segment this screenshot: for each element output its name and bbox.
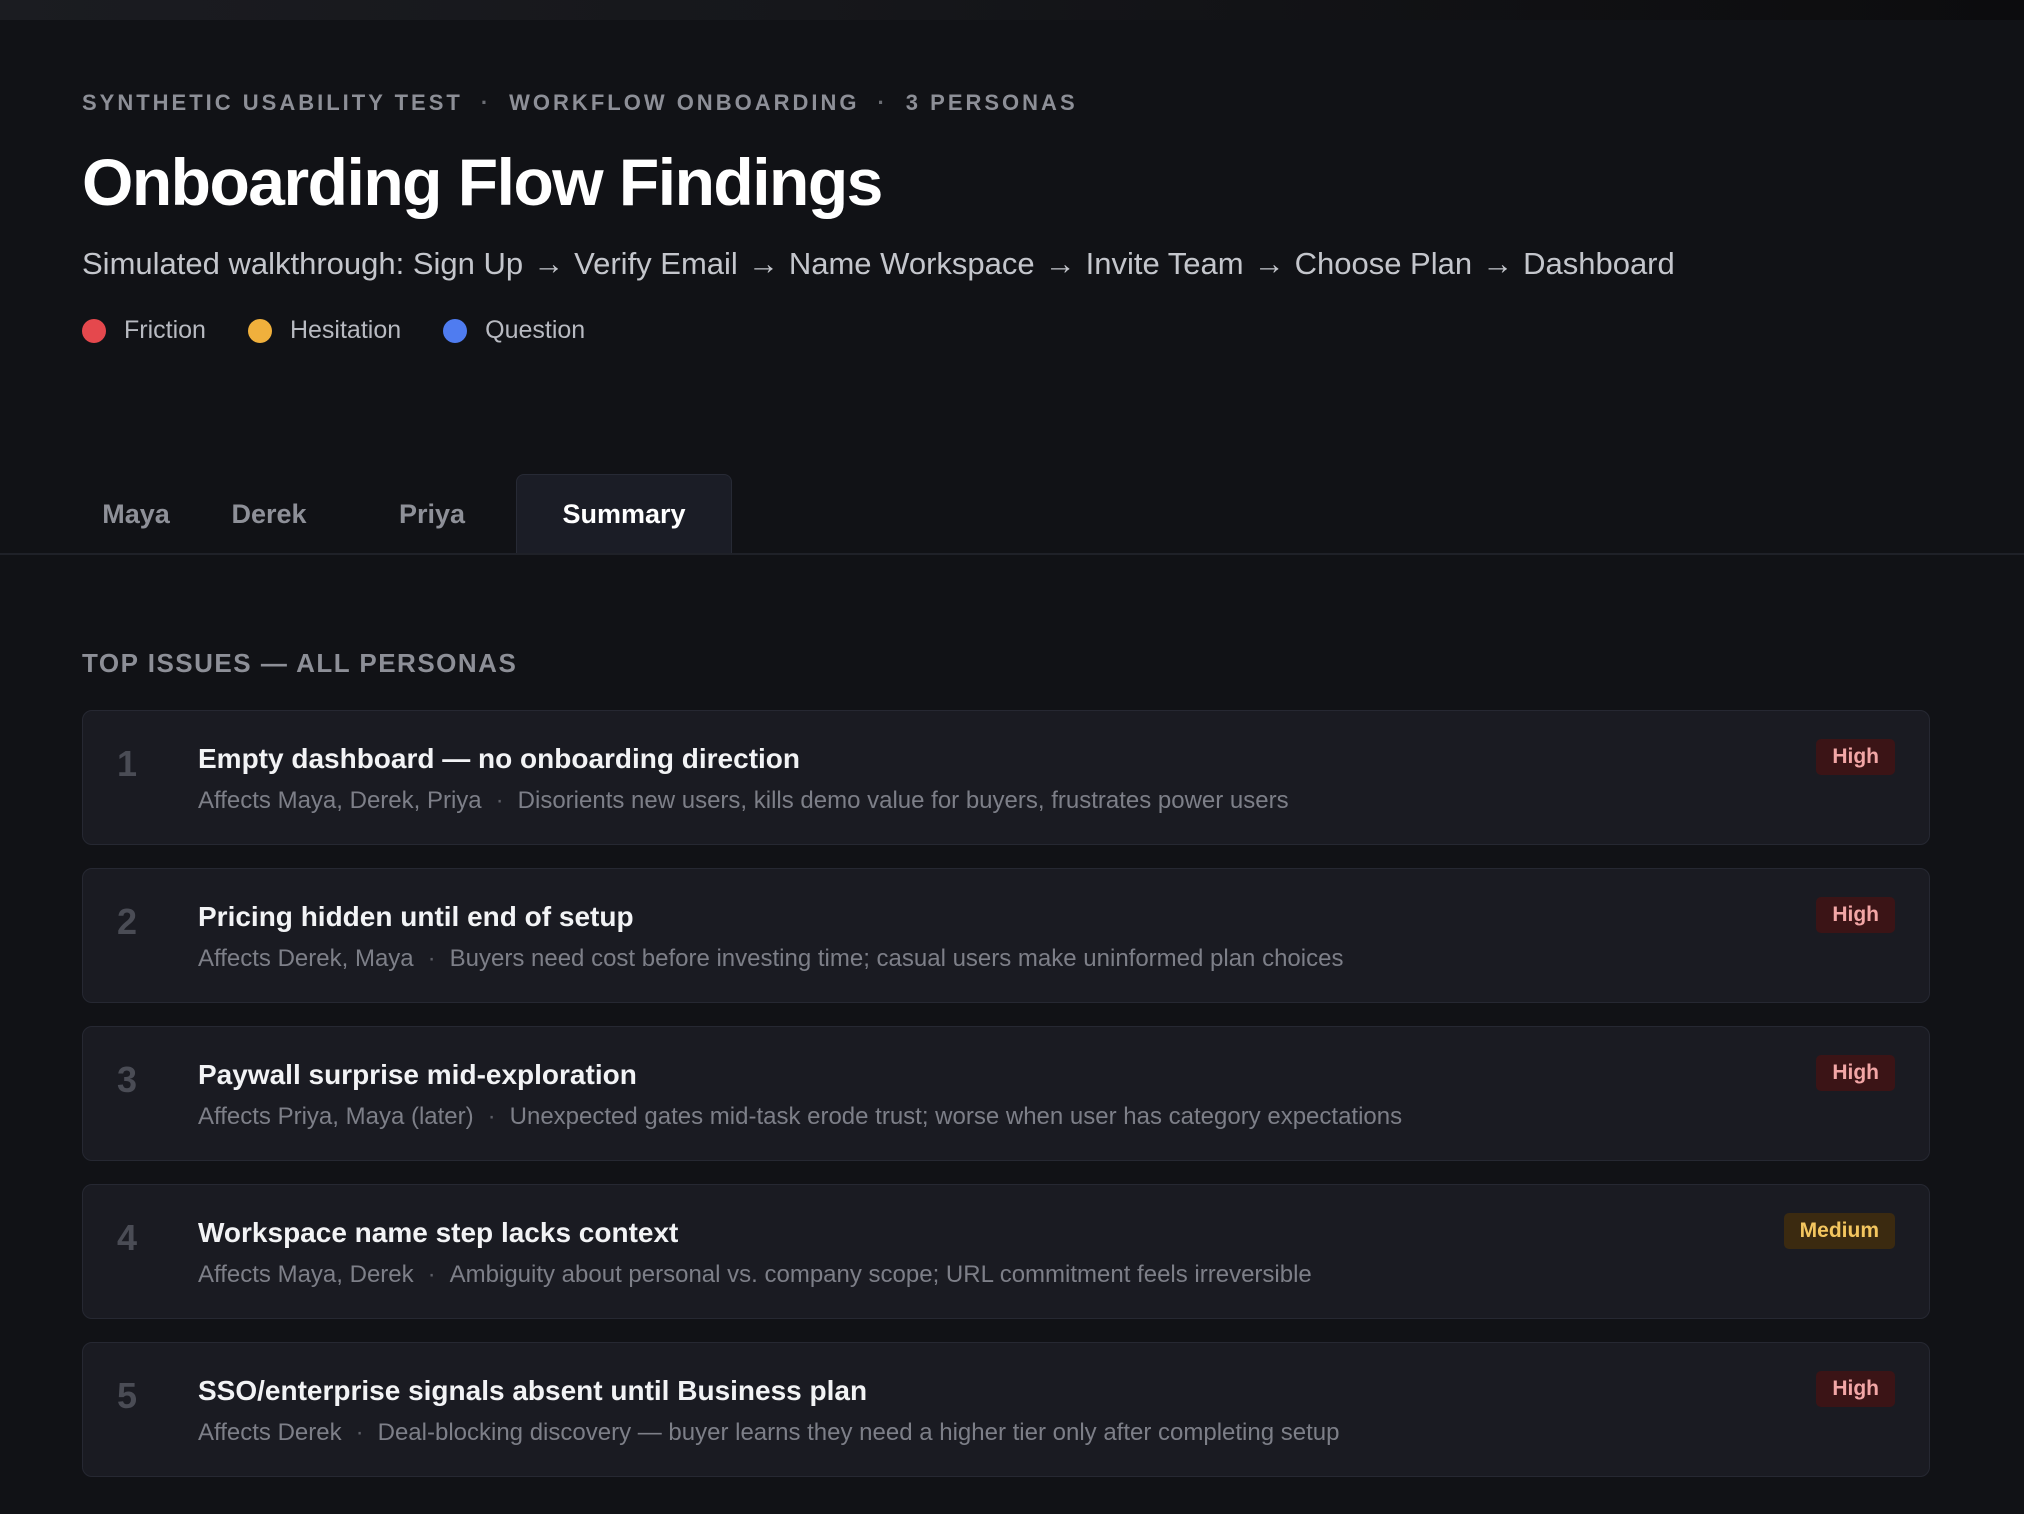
issue-meta: Affects Derek, Maya · Buyers need cost bef… — [198, 945, 1343, 973]
issue-title: Workspace name step lacks context — [198, 1217, 679, 1248]
tab-summary[interactable]: Summary — [516, 474, 732, 554]
issue-list: 1 Empty dashboard — no onboarding direct… — [82, 710, 1930, 1500]
issue-card[interactable]: 4 Workspace name step lacks context Affe… — [82, 1184, 1930, 1319]
legend-label: Friction — [124, 316, 206, 344]
legend-label: Hesitation — [289, 316, 402, 344]
meta-separator: · — [427, 945, 436, 972]
issue-rank: 1 — [117, 743, 138, 784]
issue-impact: Disorients new users, kills demo value f… — [517, 787, 1289, 814]
eyebrow-personas: 3 PERSONAS — [905, 90, 1078, 115]
meta-separator: · — [427, 1261, 436, 1288]
issue-impact: Unexpected gates mid-task erode trust; w… — [509, 1103, 1403, 1130]
report-page: SYNTHETIC USABILITY TEST · WORKFLOW ONBOAR… — [0, 20, 2024, 1514]
tab-priya[interactable]: Priya — [348, 475, 516, 554]
issue-rank: 2 — [117, 901, 138, 942]
severity-badge: High — [1816, 739, 1895, 775]
issue-affects: Affects Derek, Maya — [198, 945, 414, 972]
flow-step: Choose Plan — [1294, 246, 1473, 281]
question-dot-icon — [443, 318, 468, 343]
severity-badge: High — [1816, 1055, 1895, 1091]
issue-meta: Affects Priya, Maya (later) · Unexpected g… — [198, 1103, 1402, 1131]
persona-tabs: Maya Derek Priya Summary — [82, 474, 732, 554]
arrow-right-icon: → — [1044, 246, 1076, 281]
tab-maya[interactable]: Maya — [82, 475, 190, 554]
legend-label: Question — [485, 316, 586, 344]
legend: Friction Hesitation Question — [82, 316, 1675, 345]
section-heading: TOP ISSUES — ALL PERSONAS — [82, 648, 518, 678]
flow-step: Invite Team — [1085, 246, 1244, 281]
issue-rank: 5 — [117, 1375, 138, 1416]
severity-badge: High — [1816, 1371, 1895, 1407]
eyebrow-separator: · — [877, 90, 888, 115]
arrow-right-icon: → — [1482, 246, 1514, 281]
arrow-right-icon: → — [747, 246, 779, 281]
eyebrow-workflow: WORKFLOW ONBOARDING — [509, 90, 860, 115]
arrow-right-icon: → — [1253, 246, 1285, 281]
issue-affects: Affects Derek — [198, 1419, 342, 1446]
eyebrow-test-type: SYNTHETIC USABILITY TEST — [82, 90, 463, 115]
severity-badge: Medium — [1783, 1213, 1895, 1249]
tab-derek[interactable]: Derek — [190, 475, 348, 554]
window-top-bar — [0, 0, 2024, 20]
issue-impact: Ambiguity about personal vs. company sco… — [449, 1261, 1312, 1288]
flow-step: Name Workspace — [788, 246, 1035, 281]
eyebrow-separator: · — [480, 90, 492, 115]
flow-step: Verify Email — [574, 246, 738, 281]
flow-step: Sign Up — [412, 246, 524, 281]
legend-item-friction: Friction — [82, 316, 206, 345]
issue-title: Paywall surprise mid-exploration — [198, 1059, 637, 1090]
flow-step: Dashboard — [1523, 246, 1675, 281]
issue-affects: Affects Maya, Derek, Priya — [198, 787, 482, 814]
issue-rank: 4 — [117, 1217, 138, 1258]
flow-subtitle: Simulated walkthrough: Sign Up → Verify Em… — [82, 246, 1675, 282]
issue-meta: Affects Derek · Deal-blocking discovery — … — [198, 1419, 1339, 1447]
issue-affects: Affects Priya, Maya (later) — [198, 1103, 474, 1130]
legend-item-question: Question — [443, 316, 585, 345]
report-header: SYNTHETIC USABILITY TEST · WORKFLOW ONBOAR… — [82, 90, 1675, 345]
issue-card[interactable]: 5 SSO/enterprise signals absent until Bu… — [82, 1342, 1930, 1477]
issue-impact: Buyers need cost before investing time; … — [449, 945, 1344, 972]
meta-separator: · — [355, 1419, 364, 1446]
issue-card[interactable]: 3 Paywall surprise mid-exploration Affec… — [82, 1026, 1930, 1161]
issue-card[interactable]: 2 Pricing hidden until end of setup Affe… — [82, 868, 1930, 1003]
friction-dot-icon — [82, 318, 106, 343]
issue-title: Pricing hidden until end of setup — [198, 901, 634, 932]
subtitle-prefix: Simulated walkthrough: — [82, 246, 405, 281]
arrow-right-icon: → — [533, 246, 565, 281]
issue-rank: 3 — [117, 1059, 138, 1100]
tab-divider — [0, 553, 2024, 555]
severity-badge: High — [1816, 897, 1895, 933]
legend-item-hesitation: Hesitation — [247, 316, 402, 345]
issue-affects: Affects Maya, Derek — [198, 1261, 414, 1288]
issue-card[interactable]: 1 Empty dashboard — no onboarding direct… — [82, 710, 1930, 845]
issue-impact: Deal-blocking discovery — buyer learns t… — [377, 1419, 1340, 1446]
hesitation-dot-icon — [247, 318, 272, 343]
issue-meta: Affects Maya, Derek, Priya · Disorients ne… — [198, 787, 1289, 815]
issue-title: Empty dashboard — no onboarding directio… — [198, 743, 801, 774]
issue-meta: Affects Maya, Derek · Ambiguity about pers… — [198, 1261, 1312, 1289]
issue-title: SSO/enterprise signals absent until Busi… — [198, 1375, 868, 1406]
meta-separator: · — [495, 787, 504, 814]
meta-separator: · — [487, 1103, 496, 1130]
eyebrow: SYNTHETIC USABILITY TEST · WORKFLOW ONBOAR… — [82, 90, 1675, 116]
page-title: Onboarding Flow Findings — [82, 145, 883, 219]
